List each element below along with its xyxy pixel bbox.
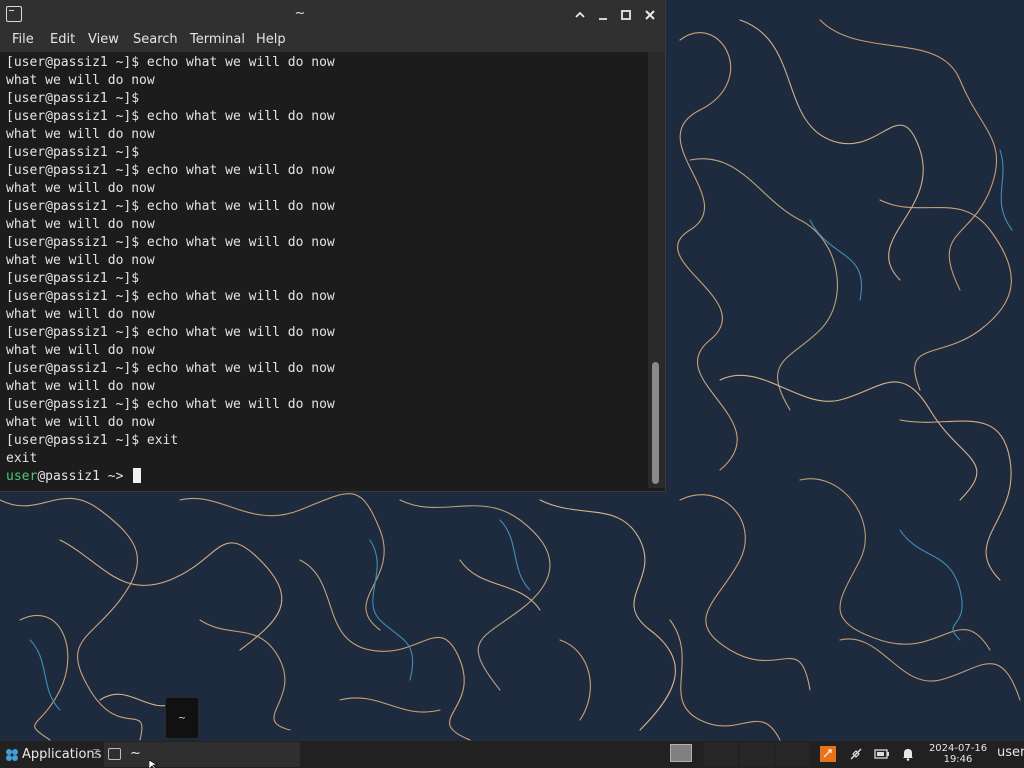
terminal-line: [user@passiz1 ~]$ echo what we will do n…: [6, 55, 335, 70]
terminal-line: [user@passiz1 ~]$ echo what we will do n…: [6, 235, 335, 250]
terminal-line: [user@passiz1 ~]$ echo what we will do n…: [6, 397, 335, 412]
window-preview-thumbnail[interactable]: ~: [165, 697, 199, 739]
panel-slot: [740, 742, 774, 767]
terminal-window[interactable]: ~ File Edit View Search Terminal Help [u…: [0, 0, 665, 491]
text-cursor: [133, 468, 142, 483]
close-button[interactable]: [641, 6, 659, 24]
separator-handle-icon: [93, 749, 99, 758]
user-menu-label[interactable]: user: [997, 745, 1024, 760]
menu-edit[interactable]: Edit: [50, 32, 75, 47]
package-update-icon[interactable]: [820, 746, 836, 762]
terminal-line: [user@passiz1 ~]$ exit: [6, 433, 179, 448]
menu-help[interactable]: Help: [256, 32, 286, 47]
terminal-line: [user@passiz1 ~]$ echo what we will do n…: [6, 289, 335, 304]
terminal-line: [user@passiz1 ~]$ echo what we will do n…: [6, 199, 335, 214]
minimize-icon[interactable]: [571, 6, 589, 24]
preview-label: ~: [178, 711, 186, 724]
terminal-line: exit: [6, 451, 38, 466]
clock[interactable]: 2024-07-16 19:46: [928, 743, 988, 765]
terminal-line: [user@passiz1 ~]$ echo what we will do n…: [6, 325, 335, 340]
notification-bell-icon[interactable]: [900, 746, 916, 762]
terminal-line: what we will do now: [6, 73, 155, 88]
battery-icon[interactable]: [874, 746, 890, 762]
network-disconnected-icon[interactable]: [848, 746, 864, 762]
terminal-line: what we will do now: [6, 127, 155, 142]
maximize-button[interactable]: [617, 6, 635, 24]
terminal-line: [user@passiz1 ~]$: [6, 91, 140, 106]
terminal-line: what we will do now: [6, 379, 155, 394]
terminal-prompt[interactable]: user@passiz1 ~>: [6, 468, 142, 486]
menu-search[interactable]: Search: [133, 32, 178, 47]
terminal-line: what we will do now: [6, 343, 155, 358]
workspace-switcher-icon[interactable]: [670, 744, 692, 762]
terminal-line: what we will do now: [6, 181, 155, 196]
menu-terminal[interactable]: Terminal: [190, 32, 245, 47]
menu-file[interactable]: File: [12, 32, 34, 47]
minimize-button[interactable]: [594, 6, 612, 24]
terminal-line: [user@passiz1 ~]$: [6, 145, 140, 160]
prompt-username: user: [6, 469, 38, 484]
terminal-line: [user@passiz1 ~]$ echo what we will do n…: [6, 163, 335, 178]
terminal-line: what we will do now: [6, 307, 155, 322]
terminal-line: [user@passiz1 ~]$ echo what we will do n…: [6, 361, 335, 376]
xfce-logo-icon: [6, 749, 18, 761]
clock-date: 2024-07-16: [928, 743, 988, 754]
panel-slot: [776, 742, 810, 767]
prompt-host: @passiz1 ~>: [37, 469, 132, 484]
panel-slot: [704, 742, 738, 767]
scrollbar-thumb[interactable]: [652, 362, 659, 484]
terminal-output[interactable]: [user@passiz1 ~]$ echo what we will do n…: [0, 52, 648, 488]
terminal-line: what we will do now: [6, 253, 155, 268]
terminal-line: what we will do now: [6, 415, 155, 430]
terminal-line: [user@passiz1 ~]$ echo what we will do n…: [6, 109, 335, 124]
taskbar-window-terminal[interactable]: ~: [104, 742, 300, 767]
title-bar[interactable]: ~: [0, 0, 665, 30]
terminal-line: what we will do now: [6, 217, 155, 232]
terminal-line: [user@passiz1 ~]$: [6, 271, 140, 286]
task-label: ~: [130, 746, 141, 761]
applications-label: Applications: [22, 747, 102, 762]
terminal-icon: [108, 748, 121, 760]
menu-bar: File Edit View Search Terminal Help: [0, 30, 665, 52]
window-title: ~: [294, 6, 306, 21]
menu-view[interactable]: View: [88, 32, 119, 47]
clock-time: 19:46: [943, 754, 973, 765]
mouse-pointer-icon: [149, 760, 159, 768]
